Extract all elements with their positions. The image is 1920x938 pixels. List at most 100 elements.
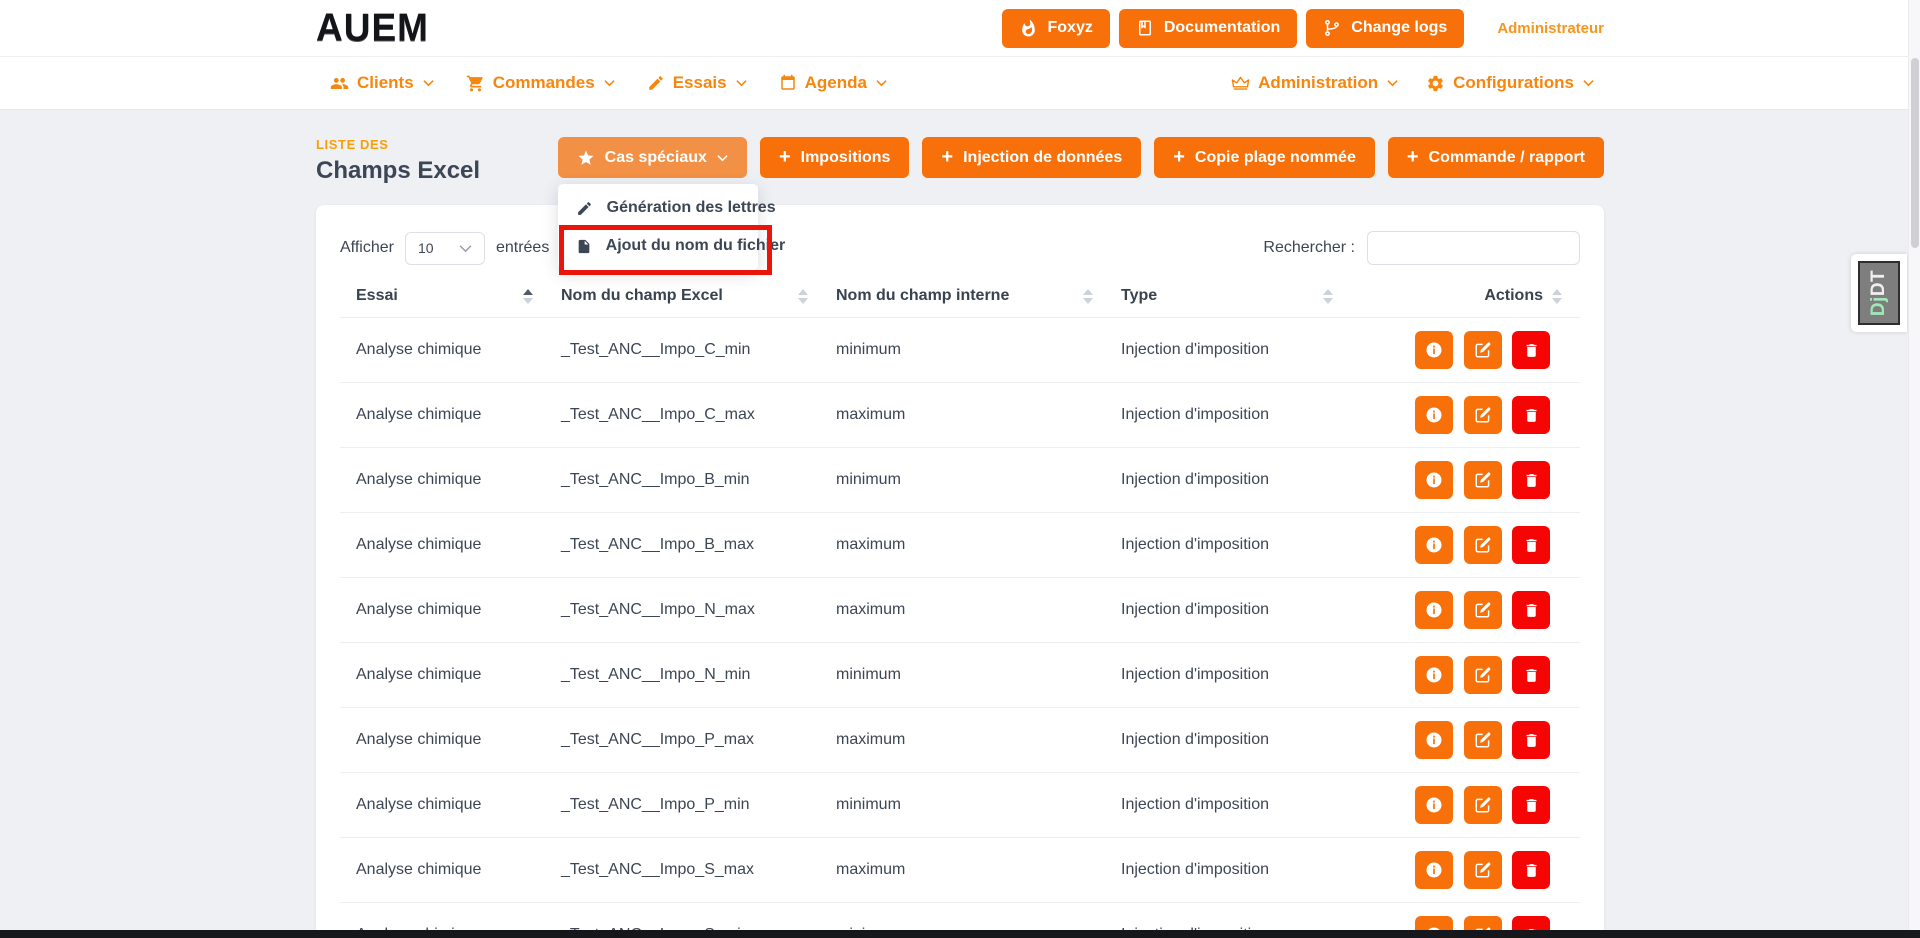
pen-icon: [647, 74, 665, 92]
edit-button[interactable]: [1463, 331, 1502, 369]
page-scrollbar[interactable]: [1908, 0, 1920, 938]
edit-button[interactable]: [1463, 461, 1502, 499]
sort-icon: [523, 288, 533, 304]
toolbar-action-button-label: Injection de données: [963, 148, 1123, 166]
delete-button[interactable]: [1512, 851, 1550, 889]
info-button[interactable]: [1415, 526, 1454, 564]
cell-champ-interne: maximum: [820, 512, 1105, 578]
delete-button[interactable]: [1512, 656, 1550, 694]
info-icon: [1424, 860, 1444, 880]
trash-icon: [1523, 602, 1540, 619]
info-button[interactable]: [1415, 461, 1454, 499]
cas-speciaux-button-label: Cas spéciaux: [604, 148, 707, 166]
search-input[interactable]: [1367, 231, 1580, 265]
page-size-select[interactable]: 10: [404, 231, 485, 265]
delete-button[interactable]: [1512, 526, 1550, 564]
sort-icon: [1323, 288, 1333, 304]
column-header-actions[interactable]: Actions: [1345, 279, 1580, 318]
delete-button[interactable]: [1512, 591, 1550, 629]
plus-icon: [941, 147, 953, 168]
cell-essai: Analyse chimique: [340, 447, 545, 513]
column-header-champ-excel[interactable]: Nom du champ Excel: [545, 279, 820, 318]
nav-essais-label: Essais: [672, 73, 727, 92]
info-icon: [1424, 535, 1444, 555]
menu-item-label: Ajout du nom du fichier: [605, 237, 786, 254]
trash-icon: [1523, 407, 1540, 424]
delete-button[interactable]: [1512, 331, 1550, 369]
edit-button[interactable]: [1463, 851, 1502, 889]
header-actions: Foxyz Documentation Change logs Administ…: [1001, 8, 1604, 48]
edit-button[interactable]: [1463, 396, 1502, 434]
menu-item-ajout-du-nom-du-fichier[interactable]: Ajout du nom du fichier: [558, 227, 785, 265]
info-button[interactable]: [1415, 786, 1454, 824]
book-icon: [1136, 19, 1154, 37]
delete-button[interactable]: [1512, 721, 1550, 759]
file-icon: [576, 238, 592, 255]
cell-actions: [1345, 317, 1580, 383]
cell-champ-excel: _Test_ANC__Impo_B_max: [545, 512, 820, 578]
entries-label: entrées: [495, 239, 550, 256]
column-header-type[interactable]: Type: [1105, 279, 1345, 318]
chevron-down-icon: [735, 79, 747, 87]
toolbar-action-button-label: Impositions: [800, 148, 891, 166]
edit-button[interactable]: [1463, 721, 1502, 759]
cell-type: Injection d'imposition: [1105, 772, 1345, 838]
edit-button[interactable]: [1463, 656, 1502, 694]
cell-champ-interne: maximum: [820, 382, 1105, 448]
debug-toolbar-handle[interactable]: DjDT: [1851, 254, 1907, 332]
table-card: Afficher 10 entrées Rechercher : Essai N…: [316, 205, 1604, 938]
nav-item-essais[interactable]: Essais: [647, 73, 747, 93]
edit-button[interactable]: [1463, 526, 1502, 564]
nav-item-clients[interactable]: Clients: [330, 73, 434, 93]
info-button[interactable]: [1415, 656, 1454, 694]
nav-left-group: Clients Commandes Essais Agenda: [330, 73, 887, 93]
nav-item-configurations[interactable]: Configurations: [1426, 73, 1594, 93]
flame-icon: [1019, 19, 1038, 38]
info-button[interactable]: [1415, 851, 1454, 889]
foxyz-button[interactable]: Foxyz: [1001, 8, 1110, 48]
nav-item-agenda[interactable]: Agenda: [779, 73, 887, 93]
documentation-button[interactable]: Documentation: [1118, 8, 1298, 48]
info-button[interactable]: [1415, 591, 1454, 629]
change-logs-button[interactable]: Change logs: [1306, 8, 1465, 48]
column-header-essai[interactable]: Essai: [340, 279, 545, 318]
users-icon: [330, 74, 349, 93]
toolbar-action-button-label: Commande / rapport: [1428, 148, 1585, 166]
info-button[interactable]: [1415, 721, 1454, 759]
info-button[interactable]: [1415, 396, 1454, 434]
documentation-button-label: Documentation: [1163, 19, 1281, 36]
plus-icon: [1407, 147, 1419, 168]
chevron-down-icon: [459, 244, 472, 253]
cell-essai: Analyse chimique: [340, 837, 545, 903]
toolbar-action-button[interactable]: Injection de données: [922, 137, 1142, 178]
top-header: AUEM Foxyz Documentation Change logs Adm…: [0, 0, 1920, 57]
sort-icon: [1083, 288, 1093, 304]
info-icon: [1424, 730, 1444, 750]
edit-button[interactable]: [1463, 591, 1502, 629]
nav-item-commandes[interactable]: Commandes: [466, 73, 615, 93]
toolbar-action-button[interactable]: Copie plage nommée: [1154, 137, 1375, 178]
delete-button[interactable]: [1512, 461, 1550, 499]
cell-type: Injection d'imposition: [1105, 837, 1345, 903]
delete-button[interactable]: [1512, 396, 1550, 434]
column-header-champ-interne[interactable]: Nom du champ interne: [820, 279, 1105, 318]
foxyz-button-label: Foxyz: [1047, 19, 1093, 36]
cell-champ-excel: _Test_ANC__Impo_N_min: [545, 642, 820, 708]
toolbar-action-button[interactable]: Commande / rapport: [1387, 137, 1604, 178]
branch-icon: [1323, 19, 1341, 37]
pencil-icon: [576, 200, 593, 217]
star-icon: [577, 149, 595, 167]
menu-item-generation-des-lettres[interactable]: Génération des lettres: [558, 189, 776, 227]
table-row: Analyse chimique _Test_ANC__Impo_N_min m…: [340, 642, 1580, 708]
info-button[interactable]: [1415, 331, 1454, 369]
cas-speciaux-button[interactable]: Cas spéciaux: [557, 137, 747, 178]
scrollbar-thumb[interactable]: [1911, 58, 1919, 248]
delete-button[interactable]: [1512, 786, 1550, 824]
edit-button[interactable]: [1463, 786, 1502, 824]
app-logo[interactable]: AUEM: [316, 6, 429, 50]
nav-item-administration[interactable]: Administration: [1231, 73, 1398, 93]
cell-actions: [1345, 577, 1580, 643]
toolbar-action-button[interactable]: Impositions: [759, 137, 910, 178]
cell-essai: Analyse chimique: [340, 707, 545, 773]
main-nav: Clients Commandes Essais Agenda Administ…: [0, 57, 1920, 110]
